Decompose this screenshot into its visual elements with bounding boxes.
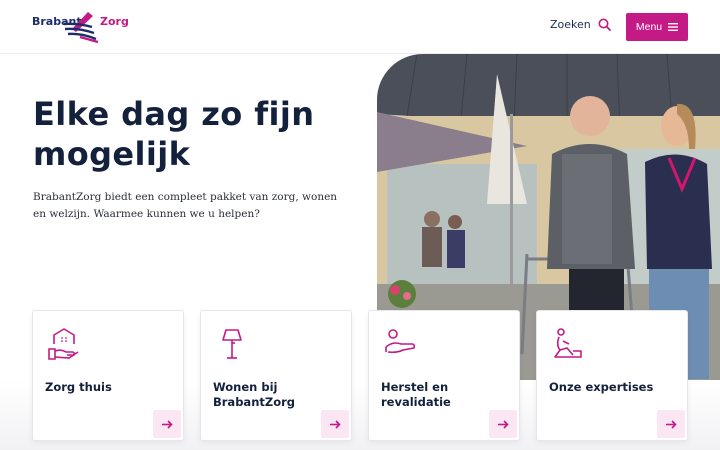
- logo-text-zorg: Zorg: [100, 15, 129, 28]
- search-icon: [598, 18, 611, 31]
- card-label: Herstel en revalidatie: [381, 380, 451, 409]
- arrow-right-icon: [161, 419, 173, 429]
- card-label: Onze expertises: [549, 380, 654, 394]
- card-arrow-button[interactable]: [153, 410, 181, 438]
- rehabilitation-icon: [385, 329, 416, 354]
- hero-intro-text: BrabantZorg biedt een compleet pakket va…: [33, 191, 338, 220]
- home-care-icon: [48, 328, 79, 360]
- arrow-right-icon: [497, 419, 509, 429]
- menu-button[interactable]: Menu: [626, 13, 688, 41]
- card-wonen-bij-brabantzorg[interactable]: Wonen bij BrabantZorg: [200, 310, 352, 441]
- card-label: Zorg thuis: [45, 380, 112, 394]
- card-label: Wonen bij BrabantZorg: [213, 380, 296, 409]
- hamburger-icon: [668, 23, 679, 31]
- search-label: Zoeken: [550, 18, 591, 31]
- card-arrow-button[interactable]: [657, 410, 685, 438]
- card-arrow-button[interactable]: [489, 410, 517, 438]
- floor-lamp-icon: [222, 329, 242, 359]
- brabantzorg-logo[interactable]: Brabant Zorg: [32, 10, 129, 44]
- arrow-right-icon: [329, 419, 341, 429]
- expertise-icon: [554, 328, 582, 358]
- arrow-right-icon: [665, 419, 677, 429]
- card-arrow-button[interactable]: [321, 410, 349, 438]
- card-zorg-thuis[interactable]: Zorg thuis: [32, 310, 184, 441]
- search-button[interactable]: Zoeken: [550, 18, 611, 31]
- logo-swoosh-icon: [63, 12, 99, 44]
- page-title: Elke dag zo fijn mogelijk: [33, 95, 315, 173]
- card-onze-expertises[interactable]: Onze expertises: [536, 310, 688, 441]
- card-herstel-en-revalidatie[interactable]: Herstel en revalidatie: [368, 310, 520, 441]
- menu-button-label: Menu: [635, 21, 663, 33]
- site-header: Brabant Zorg Zoeken Menu: [0, 0, 720, 54]
